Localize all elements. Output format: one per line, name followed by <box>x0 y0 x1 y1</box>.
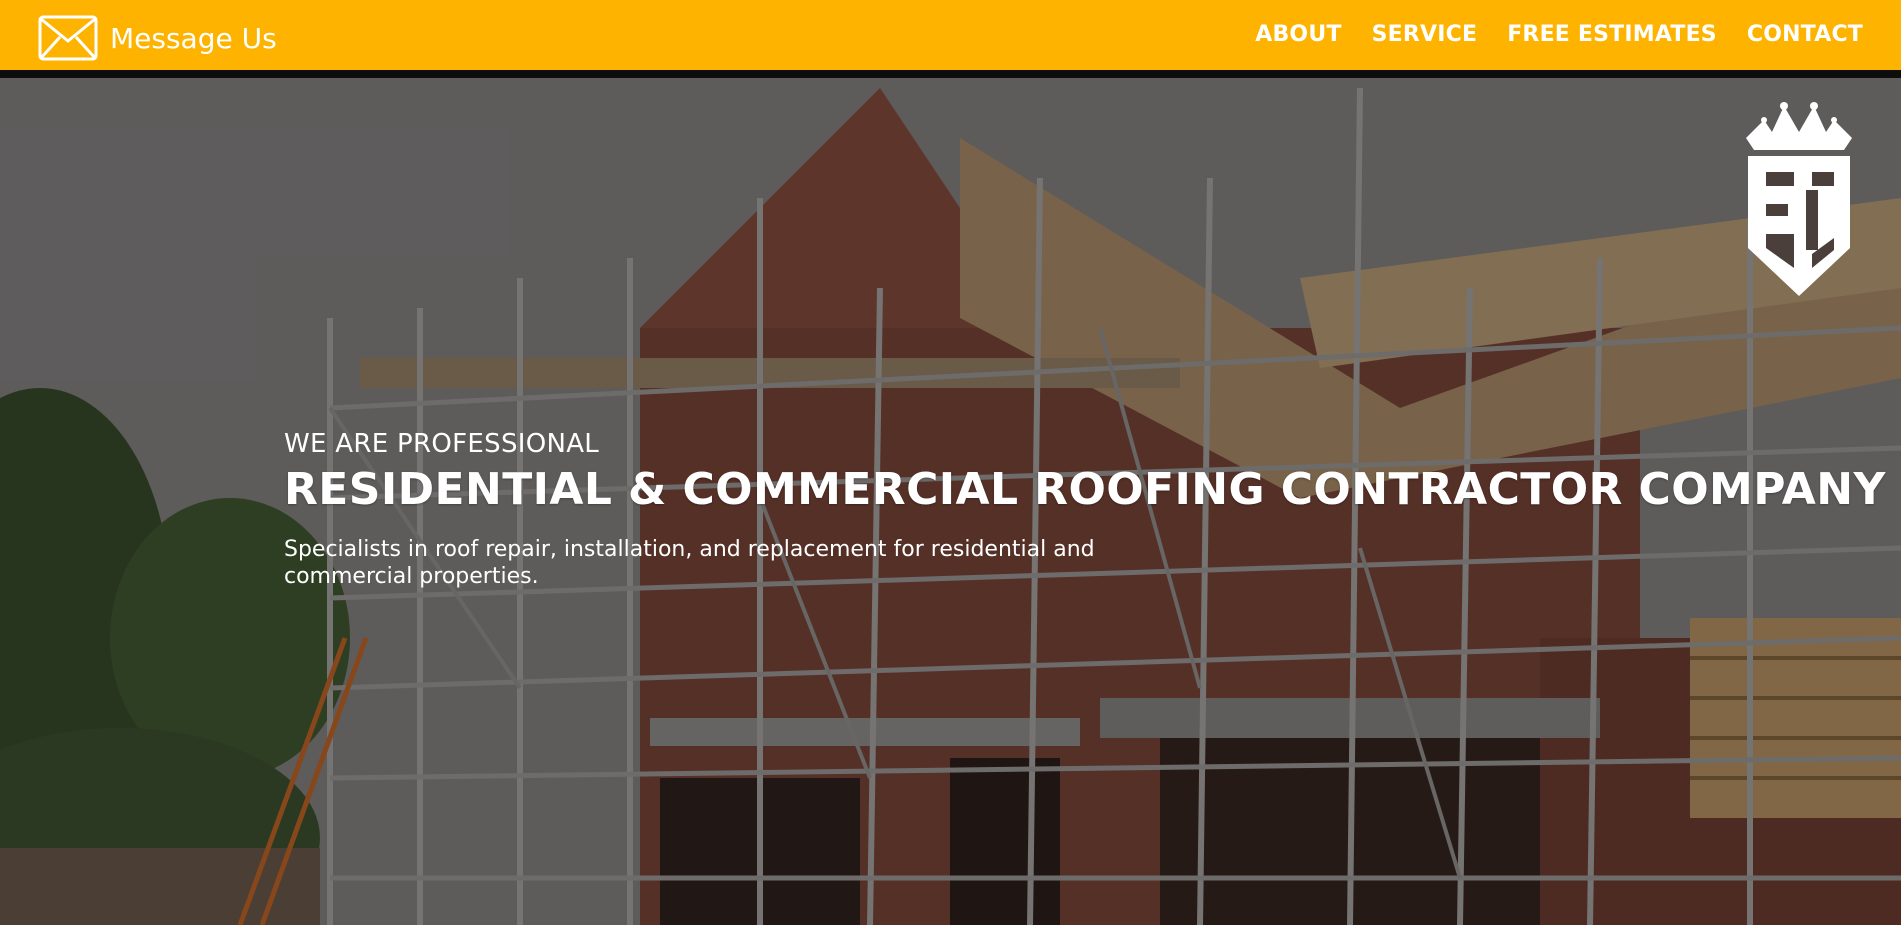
hero-headline: RESIDENTIAL & COMMERCIAL ROOFING CONTRAC… <box>284 464 1886 515</box>
top-bar: Message Us ABOUT SERVICE FREE ESTIMATES … <box>0 0 1901 78</box>
nav-about[interactable]: ABOUT <box>1255 22 1341 47</box>
crown-shield-logo-icon <box>1746 102 1852 296</box>
envelope-icon <box>38 15 98 61</box>
main-nav: ABOUT SERVICE FREE ESTIMATES CONTACT <box>1255 22 1863 47</box>
hero-eyebrow: WE ARE PROFESSIONAL <box>284 429 600 459</box>
message-us-label: Message Us <box>110 21 277 55</box>
nav-contact[interactable]: CONTACT <box>1747 22 1863 47</box>
hero-section: WE ARE PROFESSIONAL RESIDENTIAL & COMMER… <box>0 78 1901 925</box>
nav-free-estimates[interactable]: FREE ESTIMATES <box>1507 22 1717 47</box>
nav-service[interactable]: SERVICE <box>1372 22 1478 47</box>
message-us-link[interactable]: Message Us <box>38 14 277 62</box>
company-logo[interactable] <box>1744 98 1854 302</box>
hero-text-block: WE ARE PROFESSIONAL RESIDENTIAL & COMMER… <box>284 428 1886 590</box>
hero-subtitle: Specialists in roof repair, installation… <box>284 537 1095 589</box>
